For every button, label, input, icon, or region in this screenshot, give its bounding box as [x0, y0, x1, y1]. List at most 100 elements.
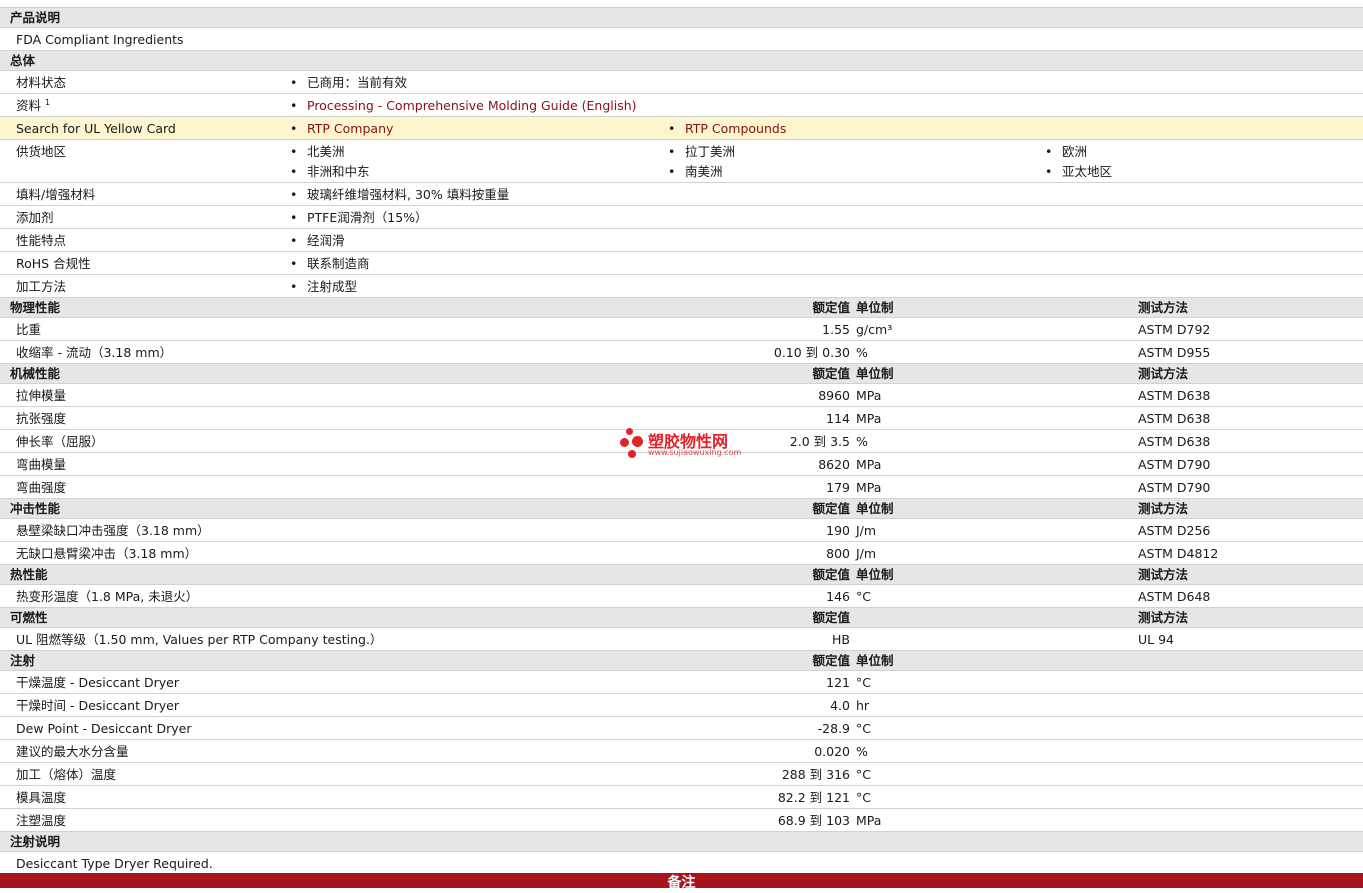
property-label: 伸长率（屈服） [16, 434, 104, 449]
property-unit: °C [856, 589, 871, 604]
col-header-unit: 单位制 [856, 366, 894, 381]
row-process: 加工方法 • 注射成型 [0, 275, 1363, 298]
col-header-value: 额定值 [812, 567, 850, 582]
col-header-value: 额定值 [812, 610, 850, 625]
property-unit: °C [856, 721, 871, 736]
property-row: 拉伸模量 8960 MPa ASTM D638 [0, 384, 1363, 407]
property-label: 比重 [16, 322, 42, 337]
row-label: 加工方法 [16, 279, 67, 294]
bullet-icon: • [290, 187, 298, 202]
col-header-unit: 单位制 [856, 501, 894, 516]
property-label: 拉伸模量 [16, 388, 67, 403]
property-unit: % [856, 434, 868, 449]
bullet-icon: • [290, 75, 298, 90]
logo-dot-icon [620, 438, 629, 447]
section-title: 总体 [10, 53, 36, 68]
property-value: 68.9 到 103 [777, 813, 850, 828]
col-header-method: 测试方法 [1138, 610, 1189, 625]
property-label: 模具温度 [16, 790, 67, 805]
col-header-unit: 单位制 [856, 567, 894, 582]
logo-dot-icon [632, 436, 643, 447]
property-method: ASTM D638 [1138, 411, 1211, 426]
logo-dot-icon [628, 450, 636, 458]
property-row: 收缩率 - 流动（3.18 mm） 0.10 到 0.30% ASTM D955 [0, 341, 1363, 364]
property-label: 弯曲强度 [16, 480, 67, 495]
property-row: 热变形温度（1.8 MPa, 未退火） 146 °C ASTM D648 [0, 585, 1363, 608]
property-method: ASTM D638 [1138, 388, 1211, 403]
property-unit: MPa [856, 457, 882, 472]
property-row: 模具温度 82.2 到 121 °C [0, 786, 1363, 809]
property-row: 无缺口悬臂梁冲击（3.18 mm） 800 J/m ASTM D4812 [0, 542, 1363, 565]
rtp-compounds-link[interactable]: RTP Compounds [685, 121, 786, 136]
property-row: 注塑温度 68.9 到 103 MPa [0, 809, 1363, 832]
property-method: ASTM D790 [1138, 480, 1211, 495]
property-value: 2.0 到 3.5 [789, 434, 850, 449]
property-method: ASTM D256 [1138, 523, 1211, 538]
row-ul-yellow-card: Search for UL Yellow Card • RTP Company •… [0, 117, 1363, 140]
property-value: 1.55 [822, 322, 850, 337]
property-unit: % [856, 744, 868, 759]
property-method: ASTM D648 [1138, 589, 1211, 604]
property-label: 无缺口悬臂梁冲击（3.18 mm） [16, 546, 198, 561]
property-method: ASTM D790 [1138, 457, 1211, 472]
injection-note-row: Desiccant Type Dryer Required. [0, 852, 1363, 875]
row-additive: 添加剂 • PTFE润滑剂（15%） [0, 206, 1363, 229]
rtp-company-link[interactable]: RTP Company [307, 121, 393, 136]
col-header-method: 测试方法 [1138, 300, 1189, 315]
property-value: 800 [826, 546, 850, 561]
property-row: UL 阻燃等级（1.50 mm, Values per RTP Company … [0, 628, 1363, 651]
row-label: 供货地区 [16, 144, 67, 159]
row-value: • 玻璃纤维增强材料, 30% 填料按重量 [290, 184, 509, 206]
bullet-icon: • [668, 144, 676, 159]
property-unit: J/m [856, 546, 877, 561]
property-sections: 物理性能 额定值 单位制 测试方法 比重 1.55 g/cm³ ASTM D792 收缩率 - … [0, 298, 1363, 832]
region-item: • 非洲和中东 [290, 161, 370, 183]
property-value: -28.9 [817, 721, 850, 736]
property-value: 4.0 [830, 698, 850, 713]
property-label: 干燥时间 - Desiccant Dryer [16, 698, 179, 713]
property-value: 8960 [818, 388, 850, 403]
property-label: 悬壁梁缺口冲击强度（3.18 mm） [16, 523, 210, 538]
col-header-value: 额定值 [812, 501, 850, 516]
property-label: UL 阻燃等级（1.50 mm, Values per RTP Company … [16, 632, 383, 647]
processing-guide-link[interactable]: Processing - Comprehensive Molding Guide… [307, 98, 637, 113]
section-title: 机械性能 [10, 366, 61, 381]
property-value: 190 [826, 523, 850, 538]
section-title: 注射 [10, 653, 36, 668]
property-method: UL 94 [1138, 632, 1174, 647]
col-header-unit: 单位制 [856, 300, 894, 315]
section-title: 注射说明 [10, 834, 61, 849]
row-features: 性能特点 • 经润滑 [0, 229, 1363, 252]
property-unit: hr [856, 698, 870, 713]
property-unit: % [856, 345, 868, 360]
property-row: 干燥温度 - Desiccant Dryer 121 °C [0, 671, 1363, 694]
row-value: • PTFE润滑剂（15%） [290, 207, 428, 229]
property-unit: MPa [856, 388, 882, 403]
property-method: ASTM D4812 [1138, 546, 1219, 561]
property-label: Dew Point - Desiccant Dryer [16, 721, 192, 736]
property-value: 8620 [818, 457, 850, 472]
section-header-injection-note: 注射说明 [0, 832, 1363, 852]
row-label: 资料 1 [16, 97, 51, 113]
row-label: 填料/增强材料 [16, 187, 96, 202]
section-header: 热性能 额定值 单位制 测试方法 [0, 565, 1363, 585]
property-value: 82.2 到 121 [777, 790, 850, 805]
section-title: 冲击性能 [10, 501, 61, 516]
section-header-general: 总体 [0, 51, 1363, 71]
bullet-icon: • [668, 121, 676, 136]
property-method: ASTM D955 [1138, 345, 1211, 360]
row-label: 材料状态 [16, 75, 67, 90]
property-method: ASTM D638 [1138, 434, 1211, 449]
row-material-status: 材料状态 • 已商用：当前有效 [0, 71, 1363, 94]
region-item: • 北美洲 [290, 141, 345, 163]
row-value: • 注射成型 [290, 276, 357, 298]
col-header-value: 额定值 [812, 300, 850, 315]
row-value: • Processing - Comprehensive Molding Guid… [290, 95, 637, 117]
property-unit: °C [856, 767, 871, 782]
property-value: HB [832, 632, 850, 647]
row-documents: 资料 1 • Processing - Comprehensive Molding… [0, 94, 1363, 117]
region-item: • 亚太地区 [1045, 161, 1112, 183]
row-value: • 经润滑 [290, 230, 345, 252]
property-unit: MPa [856, 411, 882, 426]
property-row: 加工（熔体）温度 288 到 316 °C [0, 763, 1363, 786]
